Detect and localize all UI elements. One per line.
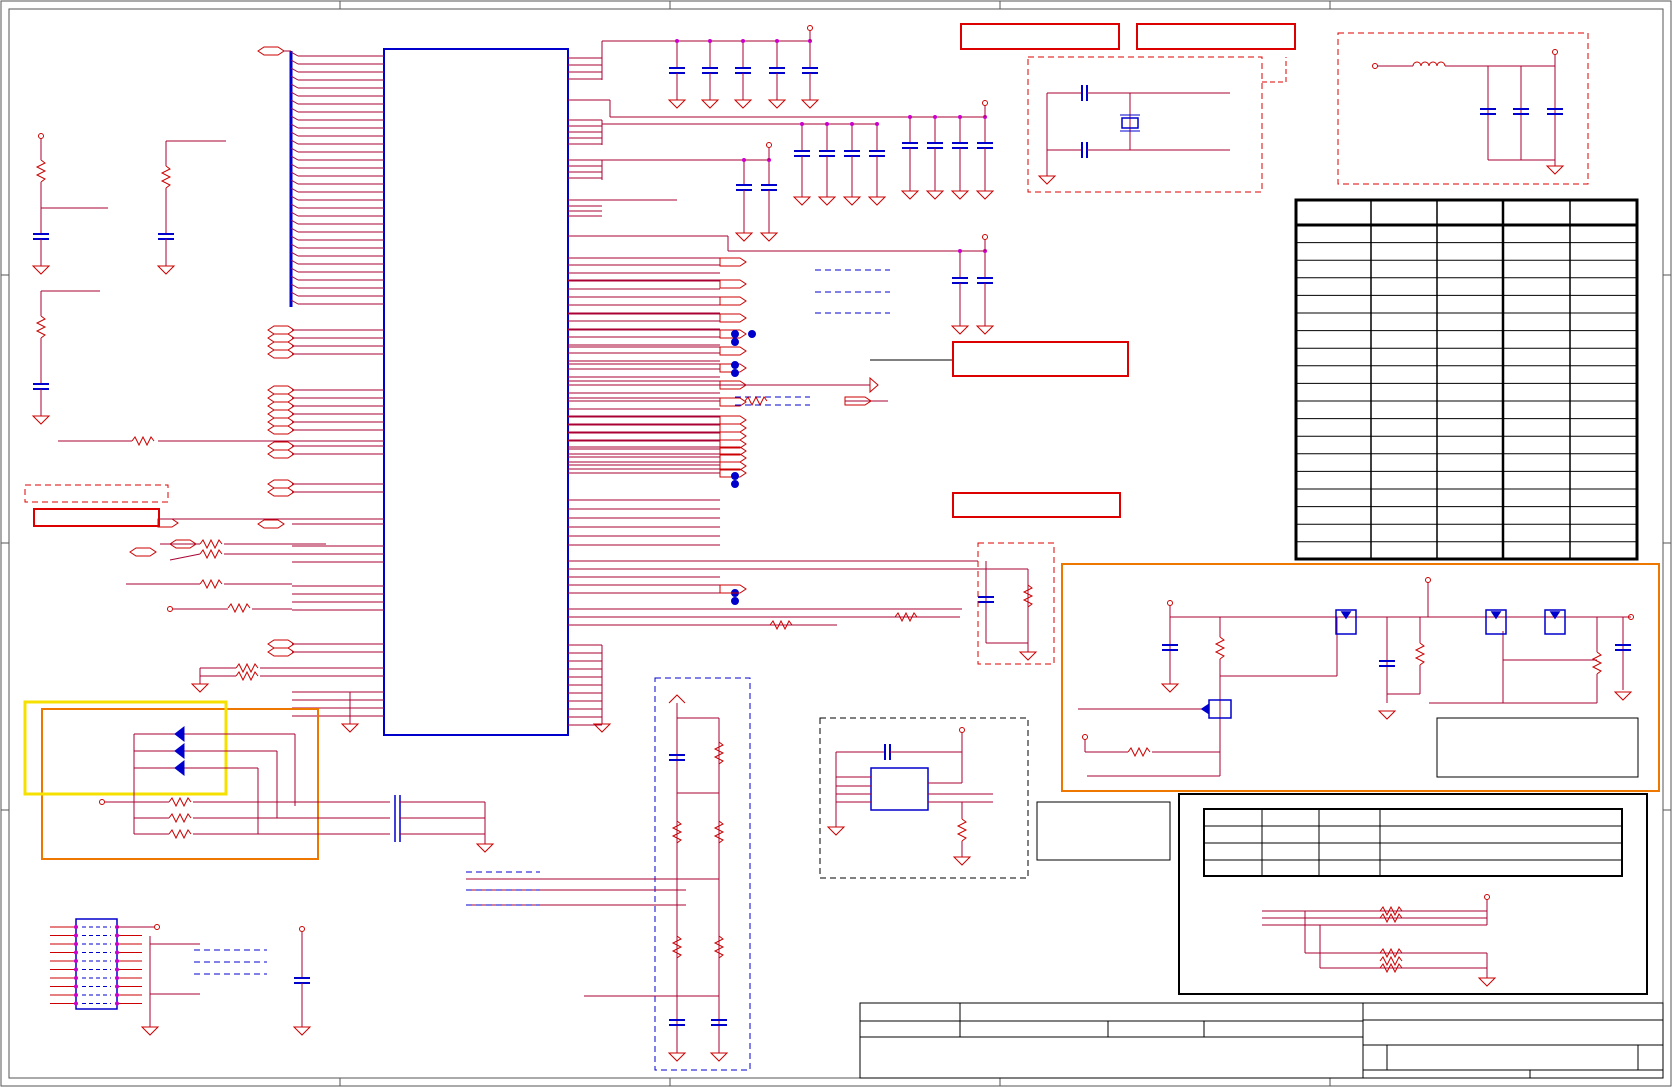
port-connector [267, 449, 295, 459]
blue-dashed-region [654, 677, 751, 1071]
main-table [1294, 198, 1639, 561]
ground-symbol [975, 190, 995, 200]
port-connector [267, 385, 295, 395]
junction-dot [731, 361, 739, 369]
small-ic-block [826, 727, 993, 866]
port-connector [267, 639, 295, 649]
title-block [859, 1002, 1664, 1079]
yellow-highlight [23, 700, 228, 796]
ground-symbol [340, 723, 360, 733]
red-box-1 [960, 23, 1120, 50]
port-connector [719, 279, 747, 289]
crystal-region [1027, 56, 1263, 193]
port-connector [267, 401, 295, 411]
ground-symbol [900, 190, 920, 200]
schematic-sheet [0, 0, 1672, 1087]
annotation-box [1036, 801, 1171, 861]
left-signal-lines [126, 325, 384, 733]
port-connector [267, 393, 295, 403]
crystal-circuit [1037, 57, 1287, 185]
power-switch-block [1061, 563, 1660, 792]
port-connector [719, 423, 747, 433]
power-note-box [1436, 717, 1639, 778]
resistor-ladder [466, 694, 729, 1062]
bottom-left-connector [50, 918, 312, 1036]
inductor-filter [1372, 49, 1565, 175]
port-connector [267, 349, 295, 359]
black-dashed-region [819, 717, 1029, 879]
resistor-symbol [744, 395, 768, 407]
red-box-2 [1136, 23, 1296, 50]
red-box-5 [33, 508, 160, 527]
ground-symbol [667, 99, 687, 109]
port-connector [719, 257, 747, 267]
red-box-3 [952, 341, 1129, 377]
diode-region [23, 700, 495, 860]
bottom-right-panel [1178, 793, 1648, 995]
ground-symbol [190, 683, 210, 693]
ground-symbol [734, 232, 754, 242]
ground-symbol [817, 196, 837, 206]
red-note-boxes [33, 23, 1296, 527]
junction-dot [731, 597, 739, 605]
resistor-symbol [199, 548, 223, 560]
port-connector [267, 325, 295, 335]
junction-dot [731, 472, 739, 480]
ground-symbol [867, 196, 887, 206]
port-connector [719, 296, 747, 306]
port-connector [267, 425, 295, 435]
arrow-head [869, 376, 879, 394]
port-connector [719, 431, 747, 441]
port-connector [267, 487, 295, 497]
port-connector [267, 341, 295, 351]
port-connector [719, 415, 747, 425]
port-connector [267, 479, 295, 489]
resistor-symbol [227, 602, 251, 614]
ground-symbol [1018, 651, 1038, 661]
port-connector [267, 647, 295, 657]
ground-symbol [759, 232, 779, 242]
port-connector [719, 346, 747, 356]
ground-symbol [733, 99, 753, 109]
dashed-regions [24, 32, 1589, 1071]
junction-dot [731, 369, 739, 377]
ground-symbol [767, 99, 787, 109]
junction-dot [731, 480, 739, 488]
port-connector [719, 397, 747, 407]
port-connector [157, 518, 179, 528]
ground-symbol [950, 190, 970, 200]
port-connector [267, 333, 295, 343]
ground-symbol [792, 196, 812, 206]
small-dashed-left [24, 484, 169, 503]
resistor-symbol [199, 538, 223, 550]
rc-dashed-region [977, 542, 1055, 665]
main-ic [383, 48, 569, 736]
port-connector [267, 409, 295, 419]
junction-dot [731, 338, 739, 346]
ground-symbol [975, 325, 995, 335]
port-connector [257, 519, 285, 529]
resistor-symbol [235, 670, 259, 682]
ground-symbol [925, 190, 945, 200]
red-box-4 [952, 492, 1121, 518]
ground-symbol [700, 99, 720, 109]
port-connector [129, 547, 157, 557]
left-bus [257, 46, 384, 307]
junction-dot [731, 330, 739, 338]
port-connector [267, 441, 295, 451]
resistor-symbol [199, 578, 223, 590]
junction-dot [748, 330, 756, 338]
decoupling-cap-banks [667, 25, 995, 335]
resistor-symbol [235, 662, 259, 674]
table-frame [1294, 198, 1639, 561]
ground-symbol [950, 325, 970, 335]
port-connector [267, 417, 295, 427]
port-connector [719, 313, 747, 323]
ground-symbol [800, 99, 820, 109]
ground-symbol [842, 196, 862, 206]
